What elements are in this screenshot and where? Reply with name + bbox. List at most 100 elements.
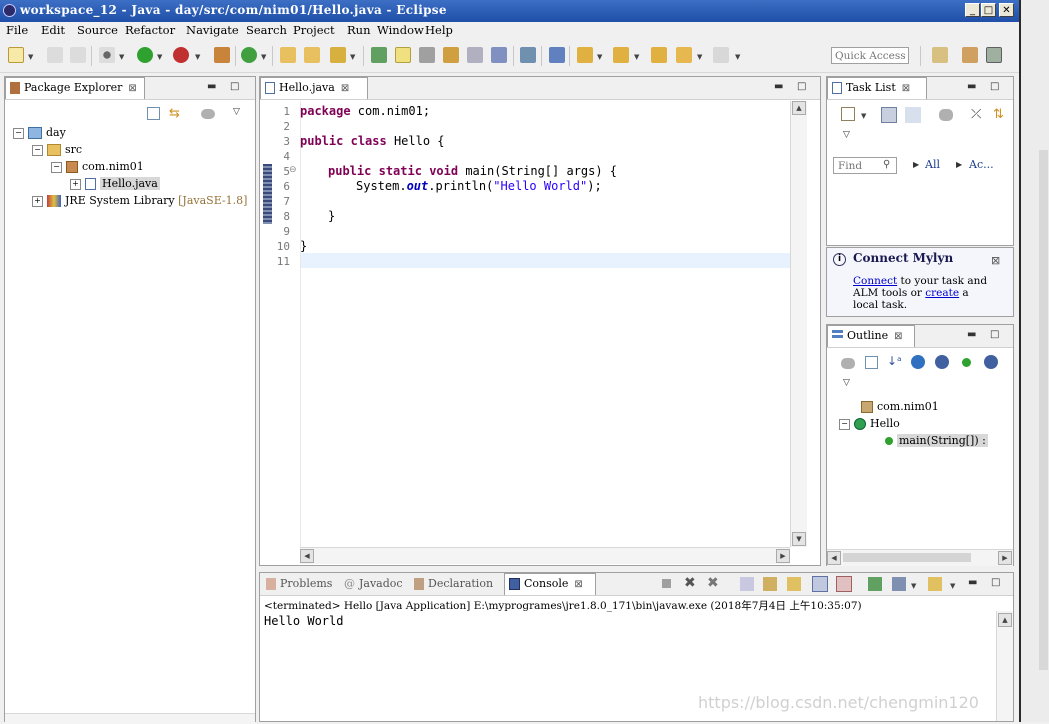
external-tools-icon[interactable] (173, 47, 189, 63)
external-tools-dropdown-icon[interactable]: ▼ (195, 53, 200, 61)
close-icon[interactable]: ⊠ (128, 83, 136, 94)
close-button[interactable]: ✕ (999, 3, 1014, 17)
new-task-icon[interactable] (841, 107, 855, 121)
focus-icon[interactable] (939, 109, 953, 121)
maximize-button[interactable]: □ (981, 3, 996, 17)
outline-item-class[interactable]: − Hello (839, 417, 900, 430)
menu-run[interactable]: Run (347, 23, 370, 37)
focus-task-icon[interactable] (201, 109, 215, 119)
close-icon[interactable]: ⊠ (991, 254, 1000, 267)
close-icon[interactable]: ⊠ (574, 579, 582, 590)
scroll-right-icon[interactable]: ▶ (998, 551, 1012, 565)
tree-item-jre-library[interactable]: + JRE System Library [JavaSE-1.8] (32, 194, 247, 207)
maximize-view-icon[interactable]: □ (990, 329, 999, 340)
highlight-icon[interactable] (395, 47, 411, 63)
search-dropdown-icon[interactable]: ▼ (350, 53, 355, 61)
categorized-icon[interactable] (881, 107, 897, 123)
prev-annotation-dropdown-icon[interactable]: ▼ (634, 53, 639, 61)
tab-task-list[interactable]: Task List ⊠ (827, 77, 927, 99)
view-menu-icon[interactable]: ▽ (233, 107, 240, 117)
open-console-icon[interactable] (928, 577, 942, 591)
next-annotation-dropdown-icon[interactable]: ▼ (597, 53, 602, 61)
sort-icon[interactable]: ↓ᵃ (887, 354, 902, 368)
pin-console-icon[interactable] (868, 577, 882, 591)
collapse-icon[interactable]: − (51, 161, 62, 173)
find-input[interactable] (834, 158, 886, 173)
tree-item-hello-java[interactable]: + Hello.java (70, 177, 160, 190)
menu-help[interactable]: Help (425, 23, 453, 37)
run-dropdown-icon[interactable]: ▼ (157, 53, 162, 61)
minimize-view-icon[interactable]: ▬ (967, 329, 976, 340)
filter-active-link[interactable]: Ac... (969, 158, 994, 171)
focus-icon[interactable] (841, 358, 855, 369)
word-wrap-icon[interactable] (787, 577, 801, 591)
collapse-all-icon[interactable] (865, 356, 878, 369)
remove-launch-icon[interactable]: ✖ (684, 575, 696, 591)
new-icon[interactable] (8, 47, 24, 63)
debug-icon[interactable] (99, 47, 115, 63)
collapse-icon[interactable]: − (32, 144, 43, 156)
show-on-stdout-icon[interactable] (812, 576, 828, 592)
close-icon[interactable]: ⊠ (341, 83, 349, 94)
forward-icon[interactable] (713, 47, 729, 63)
minimize-view-icon[interactable]: ▬ (207, 81, 216, 92)
tree-item-src[interactable]: − src (32, 143, 82, 156)
minimize-view-icon[interactable]: ▬ (968, 577, 977, 588)
java-ee-perspective-icon[interactable] (962, 47, 978, 63)
collapse-all-icon[interactable]: ⤫ (971, 107, 981, 122)
display-console-dropdown-icon[interactable]: ▼ (911, 582, 916, 590)
clear-console-icon[interactable] (740, 577, 754, 591)
maximize-view-icon[interactable]: □ (990, 81, 999, 92)
scroll-up-icon[interactable]: ▲ (998, 613, 1012, 627)
open-folder-icon[interactable] (304, 47, 320, 63)
collapse-icon[interactable]: − (13, 127, 24, 139)
hide-fields-icon[interactable] (911, 355, 925, 369)
view-menu-icon[interactable]: ▽ (843, 130, 850, 140)
new-task-dropdown-icon[interactable]: ▼ (861, 112, 866, 120)
tree-item-project[interactable]: − day (13, 126, 66, 139)
back-icon[interactable] (676, 47, 692, 63)
maximize-view-icon[interactable]: □ (797, 81, 806, 92)
scroll-down-icon[interactable]: ▼ (792, 532, 806, 546)
open-type-icon[interactable] (280, 47, 296, 63)
new-java-project-icon[interactable] (214, 47, 230, 63)
forward-dropdown-icon[interactable]: ▼ (735, 53, 740, 61)
new-class-dropdown-icon[interactable]: ▼ (261, 53, 266, 61)
run-icon[interactable] (137, 47, 153, 63)
save-all-icon[interactable] (70, 47, 86, 63)
scroll-right-icon[interactable]: ▶ (776, 549, 790, 563)
tab-console[interactable]: Console ⊠ (504, 573, 596, 595)
scheduled-icon[interactable] (905, 107, 921, 123)
minimize-view-icon[interactable]: ▬ (774, 81, 783, 92)
menu-source[interactable]: Source (77, 23, 118, 37)
monitor-icon[interactable] (520, 47, 536, 63)
tab-package-explorer[interactable]: Package Explorer ⊠ (5, 77, 145, 99)
collapse-all-icon[interactable] (147, 107, 160, 120)
outline-item-main-method[interactable]: main(String[]) : (885, 434, 988, 447)
minimize-view-icon[interactable]: ▬ (967, 81, 976, 92)
view-menu-icon[interactable]: ▽ (843, 378, 850, 388)
maximize-view-icon[interactable]: □ (991, 577, 1000, 588)
connect-link[interactable]: Connect (853, 275, 897, 287)
new-dropdown-icon[interactable]: ▼ (28, 53, 33, 61)
tab-hello-java[interactable]: Hello.java ⊠ (260, 77, 368, 99)
tab-declaration[interactable]: Declaration (414, 577, 493, 590)
close-icon[interactable]: ⊠ (902, 83, 910, 94)
console-vertical-scrollbar[interactable]: ▲ (996, 611, 1013, 721)
tree-item-package[interactable]: − com.nim01 (51, 160, 144, 173)
filter-all-link[interactable]: All (925, 158, 940, 171)
collapse-icon[interactable]: − (839, 418, 850, 430)
tab-javadoc[interactable]: @ Javadoc (344, 577, 403, 590)
remove-all-launches-icon[interactable]: ✖ (707, 575, 719, 591)
open-console-dropdown-icon[interactable]: ▼ (950, 582, 955, 590)
close-icon[interactable]: ⊠ (894, 331, 902, 342)
block-selection-icon[interactable] (443, 47, 459, 63)
search-icon[interactable] (330, 47, 346, 63)
scroll-left-icon[interactable]: ◀ (300, 549, 314, 563)
toggle-mark-icon[interactable] (371, 47, 387, 63)
show-on-stderr-icon[interactable] (836, 576, 852, 592)
editor-horizontal-scrollbar[interactable]: ◀ ▶ (300, 547, 790, 564)
find-field[interactable]: ⚲ (833, 157, 897, 174)
scroll-up-icon[interactable]: ▲ (792, 101, 806, 115)
tab-problems[interactable]: Problems (266, 577, 332, 590)
